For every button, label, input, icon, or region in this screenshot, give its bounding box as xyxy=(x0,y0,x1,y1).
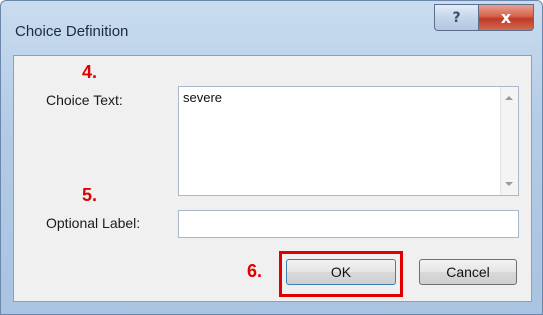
window-title: Choice Definition xyxy=(15,23,129,40)
optional-label-label: Optional Label: xyxy=(46,215,141,231)
choice-text-value: severe xyxy=(183,90,223,105)
scroll-down-icon[interactable] xyxy=(505,182,513,186)
help-icon: ? xyxy=(452,9,461,26)
step-4-annotation: 4. xyxy=(82,62,98,82)
choice-text-scrollbar[interactable] xyxy=(500,87,518,195)
close-icon: x xyxy=(500,8,512,27)
dialog-window: Choice Definition ? x 4. Choice Text: se… xyxy=(0,0,543,315)
help-button[interactable]: ? xyxy=(434,4,479,31)
optional-label-field[interactable] xyxy=(178,210,519,238)
step-5-annotation: 5. xyxy=(82,185,98,205)
close-button[interactable]: x xyxy=(478,4,534,31)
ok-button[interactable]: OK xyxy=(286,259,396,285)
scroll-up-icon[interactable] xyxy=(505,96,513,100)
choice-text-label: Choice Text: xyxy=(46,92,123,108)
choice-text-field[interactable]: severe xyxy=(178,86,519,196)
step-6-annotation: 6. xyxy=(247,261,263,281)
cancel-button[interactable]: Cancel xyxy=(419,259,517,285)
title-bar[interactable]: Choice Definition ? x xyxy=(1,1,542,55)
dialog-body: 4. Choice Text: severe 5. Optional Label… xyxy=(13,55,532,302)
